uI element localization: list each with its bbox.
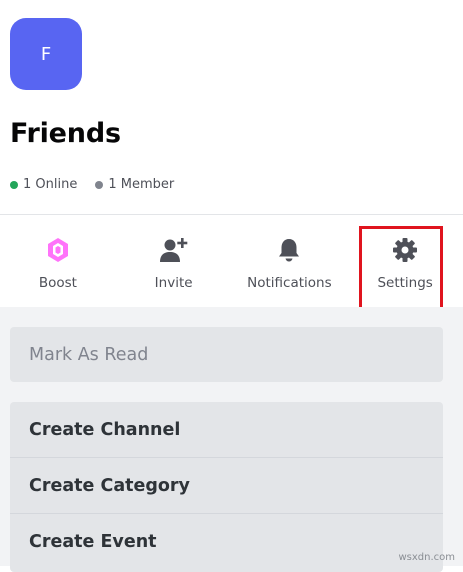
create-category-item[interactable]: Create Category: [10, 458, 443, 513]
add-person-icon: [159, 235, 189, 265]
server-icon[interactable]: F: [10, 18, 82, 90]
create-channel-item[interactable]: Create Channel: [10, 402, 443, 457]
mark-as-read-card: Mark As Read: [10, 327, 443, 382]
boost-gem-icon: [43, 235, 73, 265]
bell-icon: [274, 235, 304, 265]
invite-button[interactable]: Invite: [116, 215, 232, 307]
create-event-item[interactable]: Create Event: [10, 514, 443, 569]
settings-label: Settings: [377, 275, 433, 291]
watermark: wsxdn.com: [398, 552, 455, 563]
settings-button[interactable]: Settings: [347, 215, 463, 307]
server-header: F Friends 1 Online 1 Member: [0, 0, 463, 214]
online-count-label: 1 Online: [23, 177, 78, 192]
boost-label: Boost: [38, 275, 77, 291]
notifications-button[interactable]: Notifications: [232, 215, 348, 307]
server-name: Friends: [10, 118, 121, 149]
boost-button[interactable]: Boost: [0, 215, 116, 307]
member-count-label: 1 Member: [108, 177, 175, 192]
member-dot-icon: [95, 180, 104, 189]
mark-as-read-button[interactable]: Mark As Read: [10, 327, 443, 382]
gear-icon: [390, 235, 420, 265]
online-count: 1 Online: [10, 177, 77, 192]
server-initial: F: [40, 43, 52, 65]
invite-label: Invite: [154, 275, 193, 291]
member-count: 1 Member: [95, 177, 174, 192]
notifications-label: Notifications: [247, 275, 332, 291]
menu-area: Mark As Read Create Channel Create Categ…: [0, 307, 463, 572]
server-stats: 1 Online 1 Member: [10, 177, 192, 192]
action-bar: Boost Invite Notifications Settings: [0, 215, 463, 307]
create-menu: Create Channel Create Category Create Ev…: [10, 402, 443, 572]
online-dot-icon: [10, 180, 18, 189]
